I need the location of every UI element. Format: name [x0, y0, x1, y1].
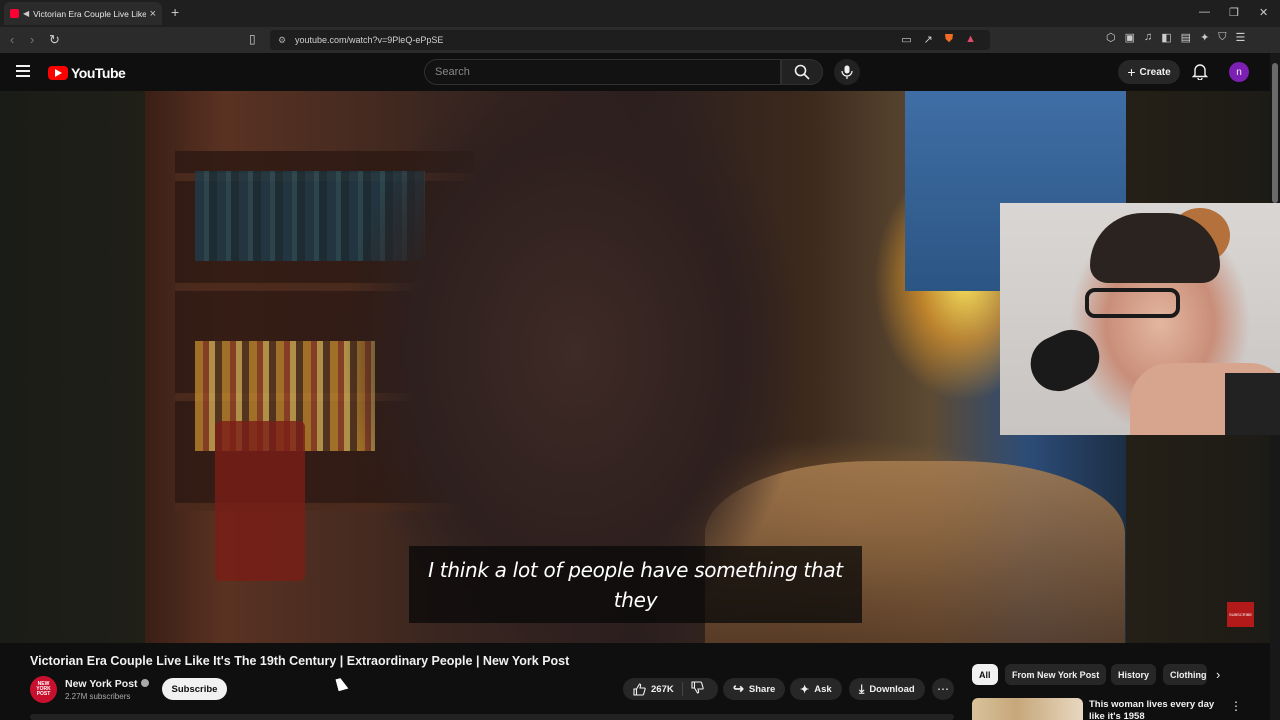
browser-tab-strip: ◀ Victorian Era Couple Live Like It's Th…: [0, 0, 1280, 27]
brave-rewards-icon[interactable]: ▲: [965, 33, 976, 46]
youtube-header: YouTube Search + Create n: [0, 53, 1270, 91]
search-button[interactable]: [781, 59, 823, 85]
video-frame-chair: [215, 421, 305, 581]
webcam-overlay: [1000, 203, 1280, 435]
caption-line-2: they: [613, 588, 658, 612]
subscribe-button[interactable]: Subscribe: [162, 678, 227, 700]
webcam-chair: [1225, 373, 1280, 435]
audio-playing-icon[interactable]: ◀: [23, 9, 29, 18]
like-button[interactable]: 267K: [623, 682, 683, 696]
search-icon: [794, 64, 810, 80]
restore-icon[interactable]: ❐: [1229, 6, 1239, 19]
minimize-icon[interactable]: —: [1199, 6, 1210, 18]
search-input[interactable]: Search: [424, 59, 781, 85]
recommendation-title[interactable]: This woman lives every day like it's 195…: [1089, 699, 1219, 720]
share-label: Share: [748, 683, 776, 695]
screenshot-icon[interactable]: ▣: [1125, 31, 1135, 44]
reload-icon[interactable]: ↻: [49, 32, 60, 48]
caption-line-1: I think a lot of people have something t…: [428, 558, 843, 582]
notifications-bell-icon[interactable]: [1192, 63, 1208, 80]
new-tab-icon[interactable]: +: [171, 4, 179, 20]
subscriber-count: 2.27M subscribers: [65, 692, 131, 701]
verified-badge-icon: [140, 679, 149, 687]
chip-from-new-york-post[interactable]: From New York Post: [1005, 664, 1107, 685]
share-button[interactable]: ↪ Share: [723, 678, 786, 700]
account-avatar[interactable]: n: [1229, 62, 1249, 82]
extensions-icon[interactable]: ⬡: [1106, 31, 1116, 44]
chip-all[interactable]: All: [972, 664, 998, 685]
download-button[interactable]: ⤓ Download: [849, 678, 925, 700]
address-bar[interactable]: ⚙ youtube.com/watch?v=9PleQ-ePpSE ▭ ↗ ⛊ …: [270, 30, 990, 50]
create-button[interactable]: + Create: [1118, 60, 1180, 84]
close-tab-icon[interactable]: ×: [150, 8, 156, 20]
extension-icons: ⬡ ▣ ♫ ◧ ▤ ✦ ⛉ ☰: [1106, 31, 1245, 44]
forward-icon[interactable]: ›: [30, 32, 34, 47]
download-label: Download: [869, 683, 915, 695]
webcam-glasses: [1085, 288, 1180, 318]
tab-title: Victorian Era Couple Live Like It's The …: [33, 8, 146, 19]
browser-tab[interactable]: ◀ Victorian Era Couple Live Like It's Th…: [4, 2, 162, 25]
guide-menu-icon[interactable]: [16, 65, 30, 80]
plus-icon: +: [1127, 64, 1136, 80]
channel-name-text: New York Post: [65, 678, 138, 690]
youtube-logo[interactable]: YouTube: [48, 65, 126, 81]
cast-icon[interactable]: ▭: [901, 33, 911, 46]
youtube-logo-text: YouTube: [71, 65, 126, 81]
webcam-microphone: [1021, 320, 1109, 401]
scrollbar-thumb[interactable]: [1272, 63, 1278, 203]
video-title: Victorian Era Couple Live Like It's The …: [30, 654, 570, 668]
back-icon[interactable]: ‹: [10, 32, 14, 47]
share-page-icon[interactable]: ↗: [924, 33, 933, 46]
create-label: Create: [1139, 66, 1171, 78]
microphone-icon: [841, 65, 853, 79]
vpn-icon[interactable]: ⛉: [1218, 31, 1226, 44]
browser-toolbar: ‹ › ↻ ▯ ⚙ youtube.com/watch?v=9PleQ-ePpS…: [0, 27, 1280, 53]
channel-watermark[interactable]: SUBSCRIBE: [1227, 602, 1254, 627]
download-icon: ⤓: [859, 681, 865, 696]
recommendation-thumbnail[interactable]: [972, 698, 1083, 720]
bookmark-icon[interactable]: ▯: [249, 32, 256, 46]
url-text: youtube.com/watch?v=9PleQ-ePpSE: [295, 35, 444, 45]
site-info-icon[interactable]: ⚙: [278, 35, 286, 46]
like-dislike-group: 267K: [623, 678, 718, 700]
share-icon: ↪: [733, 681, 744, 696]
more-actions-icon[interactable]: ⋯: [932, 678, 954, 700]
thumbs-up-icon: [633, 682, 646, 696]
chevron-right-icon[interactable]: ›: [1216, 667, 1220, 682]
channel-name[interactable]: New York Post: [65, 678, 149, 690]
sparkle-icon: ✦: [800, 683, 810, 696]
music-icon[interactable]: ♫: [1144, 31, 1152, 44]
wallet-icon[interactable]: ▤: [1181, 31, 1191, 44]
close-window-icon[interactable]: ✕: [1259, 6, 1268, 19]
menu-icon[interactable]: ☰: [1236, 31, 1246, 44]
dislike-button[interactable]: [683, 681, 704, 697]
brave-shield-icon[interactable]: ⛊: [945, 33, 953, 46]
like-count: 267K: [651, 683, 674, 695]
recommendation-menu-icon[interactable]: ⋮: [1230, 699, 1242, 713]
description-box-edge: [30, 714, 954, 720]
chip-clothing[interactable]: Clothing: [1163, 664, 1207, 685]
caption-box: I think a lot of people have something t…: [409, 546, 862, 623]
address-bar-actions: ▭ ↗ ⛊ ▲: [901, 33, 976, 46]
ask-button[interactable]: ✦ Ask: [790, 678, 842, 700]
chip-history[interactable]: History: [1111, 664, 1157, 685]
youtube-play-icon: [48, 66, 68, 80]
sidebar-icon[interactable]: ◧: [1161, 31, 1171, 44]
youtube-favicon-icon: [10, 9, 19, 18]
thumbs-down-icon: [691, 681, 704, 694]
voice-search-button[interactable]: [834, 59, 860, 85]
channel-avatar[interactable]: NEW YORK POST: [30, 676, 57, 703]
leo-ai-icon[interactable]: ✦: [1200, 31, 1209, 44]
ask-label: Ask: [814, 683, 832, 695]
